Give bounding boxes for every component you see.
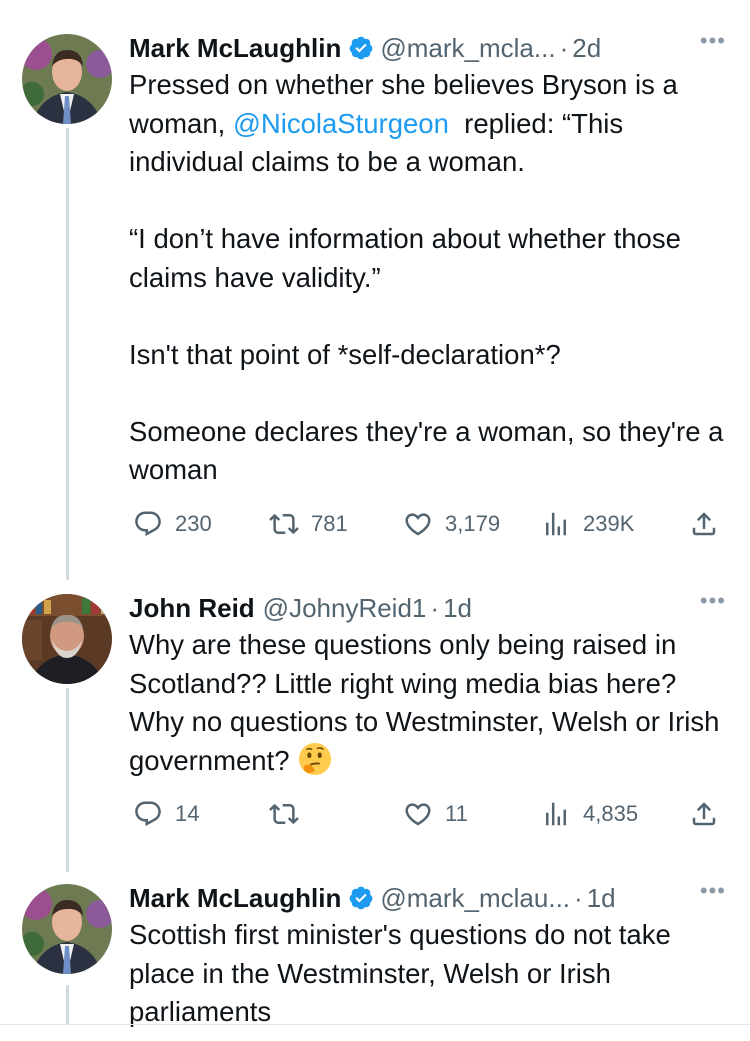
separator-dot: · [559, 32, 569, 63]
more-options-icon[interactable]: ••• [700, 28, 726, 54]
tweet-header: Mark McLaughlin @mark_mclau... · 1d ••• [129, 878, 730, 916]
thread-line [66, 985, 69, 1025]
heart-icon [405, 803, 431, 826]
timestamp[interactable]: 1d [587, 883, 616, 914]
author-name[interactable]: Mark McLaughlin [129, 883, 341, 914]
reply-count: 230 [175, 511, 212, 536]
retweet-icon [269, 803, 299, 825]
like-button[interactable]: 3,179 [403, 509, 500, 539]
tweet-header: John Reid @JohnyReid1 · 1d ••• [129, 588, 730, 626]
mention-link[interactable]: @NicolaSturgeon [233, 108, 449, 139]
thinking-face-icon [298, 742, 331, 775]
share-icon [692, 802, 716, 826]
author-handle[interactable]: @mark_mcla... [380, 33, 555, 64]
like-count: 11 [445, 801, 468, 826]
tweet-text-part: replied: “This individual claims to be a… [129, 107, 724, 486]
tweet[interactable]: John Reid @JohnyReid1 · 1d ••• Why are t… [129, 588, 730, 780]
avatar[interactable] [22, 884, 112, 974]
tweet-text: Why are these questions only being raise… [129, 626, 730, 780]
retweet-button[interactable]: 781 [269, 509, 348, 539]
reply-icon [135, 801, 161, 827]
reply-button[interactable]: 230 [133, 509, 212, 539]
views-button[interactable]: 239K [541, 509, 634, 539]
share-button[interactable] [689, 799, 719, 829]
separator-dot: · [574, 882, 583, 913]
reply-icon [135, 511, 161, 537]
retweet-count: 781 [311, 511, 348, 536]
tweet-actions: 230 781 3,179 239K [129, 509, 730, 539]
author-handle[interactable]: @JohnyReid1 [263, 593, 427, 624]
tweet-text: Scottish first minister's questions do n… [129, 916, 730, 1032]
tweet-text-part: Why are these questions only being raise… [129, 629, 728, 776]
tweet[interactable]: Mark McLaughlin @mark_mclau... · 1d ••• … [129, 878, 730, 1032]
views-icon [546, 802, 566, 826]
share-button[interactable] [689, 509, 719, 539]
reply-button[interactable]: 14 [133, 799, 199, 829]
thread-line [66, 688, 69, 872]
timestamp[interactable]: 1d [443, 593, 472, 624]
thread-line [66, 128, 69, 580]
reply-count: 14 [175, 801, 200, 826]
author-name[interactable]: John Reid [129, 593, 255, 624]
retweet-button[interactable] [269, 799, 299, 829]
heart-icon [405, 513, 431, 536]
more-options-icon[interactable]: ••• [700, 588, 726, 614]
like-button[interactable]: 11 [403, 799, 468, 829]
retweet-icon [269, 513, 299, 535]
divider [0, 1024, 750, 1025]
tweet-text: Pressed on whether she believes Bryson i… [129, 66, 730, 490]
view-count: 239K [583, 511, 635, 536]
author-name[interactable]: Mark McLaughlin [129, 33, 341, 64]
tweet-header: Mark McLaughlin @mark_mcla... · 2d ••• [129, 28, 730, 66]
views-icon [546, 512, 566, 536]
more-options-icon[interactable]: ••• [700, 878, 726, 904]
tweet-text-part: Scottish first minister's questions do n… [129, 919, 679, 1027]
verified-badge-icon [349, 36, 373, 60]
verified-badge-icon [349, 886, 373, 910]
avatar[interactable] [22, 34, 112, 124]
tweet-actions: 14 11 4,835 [129, 799, 730, 829]
like-count: 3,179 [445, 511, 501, 536]
share-icon [692, 512, 716, 536]
timestamp[interactable]: 2d [572, 33, 601, 64]
avatar[interactable] [22, 594, 112, 684]
view-count: 4,835 [583, 801, 639, 826]
author-handle[interactable]: @mark_mclau... [380, 883, 570, 914]
separator-dot: · [430, 592, 440, 623]
views-button[interactable]: 4,835 [541, 799, 638, 829]
tweet[interactable]: Mark McLaughlin @mark_mcla... · 2d ••• P… [129, 28, 730, 490]
